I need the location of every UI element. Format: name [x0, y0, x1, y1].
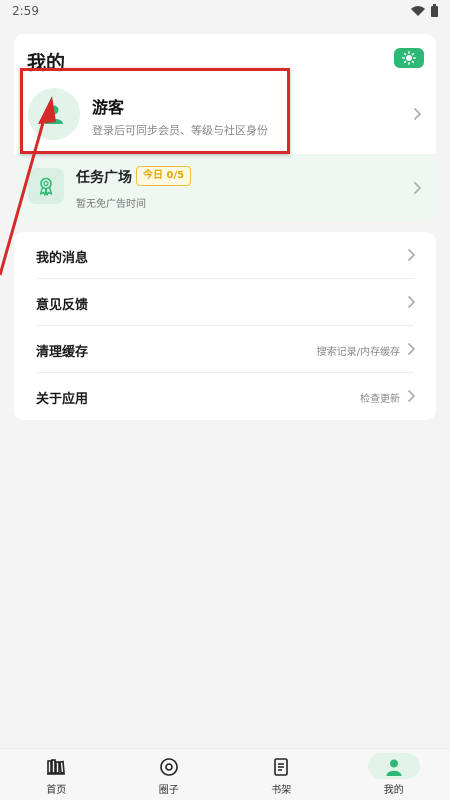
nav-item-mine[interactable]: 我的: [338, 749, 450, 800]
chevron-right-icon: [407, 389, 416, 403]
task-plaza-row[interactable]: 任务广场 今日 0/5 暂无免广告时间: [14, 154, 436, 222]
annotation-highlight-box: [20, 68, 290, 154]
document-icon: [271, 757, 291, 777]
chevron-right-icon: [413, 181, 422, 195]
task-title: 任务广场: [76, 170, 132, 186]
wifi-icon: [411, 6, 425, 16]
task-subtitle: 暂无免广告时间: [76, 199, 146, 210]
task-icon: [28, 168, 64, 204]
nav-label: 书架: [271, 785, 292, 796]
person-icon: [384, 757, 404, 777]
nav-label: 首页: [46, 785, 67, 796]
sun-icon: [402, 51, 416, 65]
task-progress-badge: 今日 0/5: [136, 166, 192, 186]
nav-item-home[interactable]: 首页: [0, 749, 113, 800]
menu-item-about[interactable]: 关于应用 检查更新: [36, 373, 416, 420]
menu-item-messages[interactable]: 我的消息: [36, 232, 416, 279]
bottom-nav: 首页 圈子 书架 我的: [0, 748, 450, 800]
chevron-right-icon: [407, 295, 416, 309]
menu-item-clear-cache[interactable]: 清理缓存 搜索记录/内存缓存: [36, 326, 416, 373]
theme-toggle-button[interactable]: [394, 48, 424, 68]
nav-item-bookshelf[interactable]: 书架: [225, 749, 338, 800]
circle-icon: [159, 757, 179, 777]
menu-item-label: 意见反馈: [36, 298, 89, 313]
nav-item-circle[interactable]: 圈子: [113, 749, 226, 800]
status-bar: 2:59: [0, 0, 450, 22]
books-icon: [46, 757, 66, 777]
chevron-right-icon: [407, 342, 416, 356]
menu-item-label: 我的消息: [36, 251, 89, 266]
menu-item-label: 关于应用: [36, 392, 89, 407]
menu-item-value: 搜索记录/内存缓存: [316, 347, 400, 358]
menu-item-feedback[interactable]: 意见反馈: [36, 279, 416, 326]
settings-menu-card: 我的消息 意见反馈 清理缓存 搜索记录/内存缓存 关于应用 检查更新: [14, 232, 436, 420]
status-icons: [411, 3, 438, 17]
nav-label: 圈子: [158, 785, 179, 796]
battery-icon: [431, 3, 438, 17]
chevron-right-icon: [407, 248, 416, 262]
ribbon-icon: [39, 177, 53, 196]
chevron-right-icon: [413, 107, 422, 121]
menu-item-value: 检查更新: [360, 394, 400, 405]
status-time: 2:59: [12, 4, 39, 18]
menu-item-label: 清理缓存: [36, 345, 89, 360]
nav-label: 我的: [383, 785, 404, 796]
